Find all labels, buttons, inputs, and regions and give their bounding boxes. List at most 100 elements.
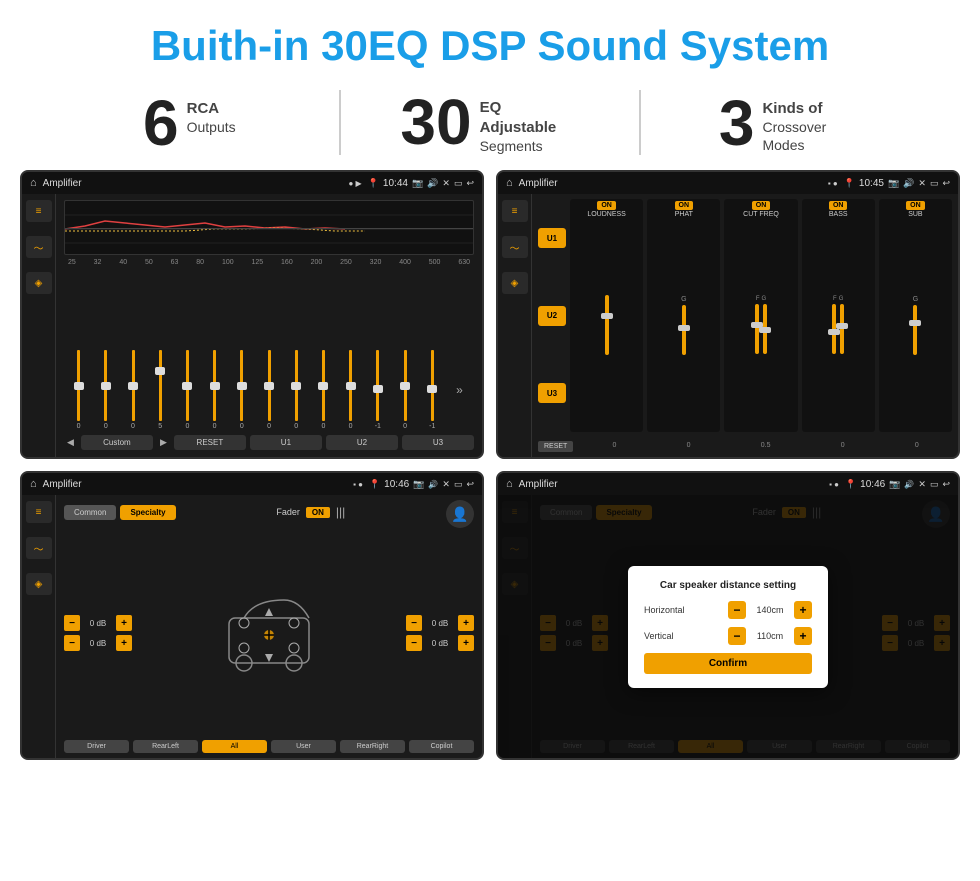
eq-slider-5[interactable]: 0 xyxy=(202,350,227,430)
db-control-2: − 0 dB + xyxy=(64,635,132,651)
horizontal-plus[interactable]: + xyxy=(794,601,812,619)
db-control-1: − 0 dB + xyxy=(64,615,132,631)
home-icon-4[interactable]: ⌂ xyxy=(506,478,513,490)
eq-btn-2[interactable]: ≡ xyxy=(502,200,528,222)
u1-btn[interactable]: U1 xyxy=(538,228,566,248)
eq-slider-2[interactable]: 0 xyxy=(120,350,145,430)
vertical-minus[interactable]: − xyxy=(728,627,746,645)
cutfreq-on[interactable]: ON xyxy=(752,201,771,210)
vertical-value: 110cm xyxy=(750,631,790,641)
eq-slider-3[interactable]: 5 xyxy=(148,350,173,430)
speaker-btn[interactable]: ◈ xyxy=(26,272,52,294)
eq-slider-6[interactable]: 0 xyxy=(229,350,254,430)
db-plus-4[interactable]: + xyxy=(458,635,474,651)
copilot-btn[interactable]: Copilot xyxy=(409,740,474,753)
reset-btn-2[interactable]: RESET xyxy=(538,441,573,452)
phat-slider[interactable] xyxy=(682,305,686,355)
user-btn[interactable]: User xyxy=(271,740,336,753)
loudness-panel: ON LOUDNESS xyxy=(570,199,643,432)
status-icons-2: 📍 10:45 📷 🔊 ✕ ▭ ↩ xyxy=(844,178,950,189)
db-minus-3[interactable]: − xyxy=(406,615,422,631)
eq-slider-11[interactable]: -1 xyxy=(365,350,390,430)
driver-btn[interactable]: Driver xyxy=(64,740,129,753)
dot-icon-1: ● ▶ xyxy=(348,179,361,188)
db-control-4: − 0 dB + xyxy=(406,635,474,651)
db-minus-4[interactable]: − xyxy=(406,635,422,651)
db-minus-2[interactable]: − xyxy=(64,635,80,651)
back-icon-2: ↩ xyxy=(942,178,950,189)
bass-slider-g[interactable] xyxy=(840,304,844,354)
user-icon-3[interactable]: 👤 xyxy=(446,500,474,528)
u3-btn[interactable]: U3 xyxy=(538,383,566,403)
bass-slider-f[interactable] xyxy=(832,304,836,354)
home-icon[interactable]: ⌂ xyxy=(30,177,37,189)
page-title: Buith-in 30EQ DSP Sound System xyxy=(0,0,980,80)
fader-left-controls: − 0 dB + − 0 dB + xyxy=(64,531,132,735)
specialty-tab[interactable]: Specialty xyxy=(120,505,175,520)
all-btn[interactable]: All xyxy=(202,740,267,753)
eq-slider-7[interactable]: 0 xyxy=(256,350,281,430)
rearright-btn[interactable]: RearRight xyxy=(340,740,405,753)
stat-crossover-number: 3 xyxy=(719,91,755,155)
speaker-btn-2[interactable]: ◈ xyxy=(502,272,528,294)
back-icon-3: ↩ xyxy=(466,479,474,490)
crossover-panels: ON LOUDNESS ON PHAT xyxy=(570,199,952,432)
eq-slider-10[interactable]: 0 xyxy=(338,350,363,430)
eq-slider-12[interactable]: 0 xyxy=(392,350,417,430)
left-sidebar-1: ≡ 〜 ◈ xyxy=(22,194,56,457)
rearleft-btn[interactable]: RearLeft xyxy=(133,740,198,753)
sub-slider[interactable] xyxy=(913,305,917,355)
camera-icon-2: 📷 xyxy=(888,178,899,189)
loudness-slider[interactable] xyxy=(605,295,609,355)
db-minus-1[interactable]: − xyxy=(64,615,80,631)
home-icon-2[interactable]: ⌂ xyxy=(506,177,513,189)
dialog-vertical-row: Vertical − 110cm + xyxy=(644,627,812,645)
eq-slider-13[interactable]: -1 xyxy=(420,350,445,430)
window-icon-2: ▭ xyxy=(930,178,939,189)
vertical-plus[interactable]: + xyxy=(794,627,812,645)
eq-slider-9[interactable]: 0 xyxy=(311,350,336,430)
u2-btn[interactable]: U2 xyxy=(538,306,566,326)
wave-btn-3[interactable]: 〜 xyxy=(26,537,52,559)
dot-icon-2: ▪ ● xyxy=(828,179,838,188)
bass-on[interactable]: ON xyxy=(829,201,848,210)
eq-slider-14[interactable]: » xyxy=(447,350,472,430)
phat-on[interactable]: ON xyxy=(675,201,694,210)
wave-btn-2[interactable]: 〜 xyxy=(502,236,528,258)
eq-slider-4[interactable]: 0 xyxy=(175,350,200,430)
eq-btn[interactable]: ≡ xyxy=(26,200,52,222)
reset-btn-1[interactable]: RESET xyxy=(174,435,246,450)
time-4: 10:46 xyxy=(860,479,885,490)
eq-slider-0[interactable]: 0 xyxy=(66,350,91,430)
wave-btn[interactable]: 〜 xyxy=(26,236,52,258)
sub-on[interactable]: ON xyxy=(906,201,925,210)
window-icon-1: ▭ xyxy=(454,178,463,189)
db-plus-2[interactable]: + xyxy=(116,635,132,651)
confirm-button[interactable]: Confirm xyxy=(644,653,812,674)
eq-slider-1[interactable]: 0 xyxy=(93,350,118,430)
horizontal-minus[interactable]: − xyxy=(728,601,746,619)
u2-btn-1[interactable]: U2 xyxy=(326,435,398,450)
eq-slider-8[interactable]: 0 xyxy=(284,350,309,430)
db-plus-1[interactable]: + xyxy=(116,615,132,631)
db-plus-3[interactable]: + xyxy=(458,615,474,631)
app-name-1: Amplifier xyxy=(43,178,343,189)
stat-rca: 6 RCA Outputs xyxy=(40,91,339,155)
app-name-3: Amplifier xyxy=(43,479,347,490)
common-tab[interactable]: Common xyxy=(64,505,116,520)
db-value-4: 0 dB xyxy=(426,639,454,648)
loudness-on[interactable]: ON xyxy=(597,201,616,210)
u1-btn-1[interactable]: U1 xyxy=(250,435,322,450)
screens-grid: ⌂ Amplifier ● ▶ 📍 10:44 📷 🔊 ✕ ▭ ↩ ≡ 〜 ◈ xyxy=(0,170,980,770)
home-icon-3[interactable]: ⌂ xyxy=(30,478,37,490)
custom-btn[interactable]: Custom xyxy=(81,435,153,450)
cutfreq-slider-g[interactable] xyxy=(763,304,767,354)
fader-on[interactable]: ON xyxy=(306,507,330,518)
stat-eq: 30 EQ Adjustable Segments xyxy=(339,90,642,155)
eq-btn-3[interactable]: ≡ xyxy=(26,501,52,523)
u3-btn-1[interactable]: U3 xyxy=(402,435,474,450)
next-arrow[interactable]: ▶ xyxy=(157,434,170,451)
speaker-btn-3[interactable]: ◈ xyxy=(26,573,52,595)
prev-arrow[interactable]: ◀ xyxy=(64,434,77,451)
horizontal-value: 140cm xyxy=(750,605,790,615)
